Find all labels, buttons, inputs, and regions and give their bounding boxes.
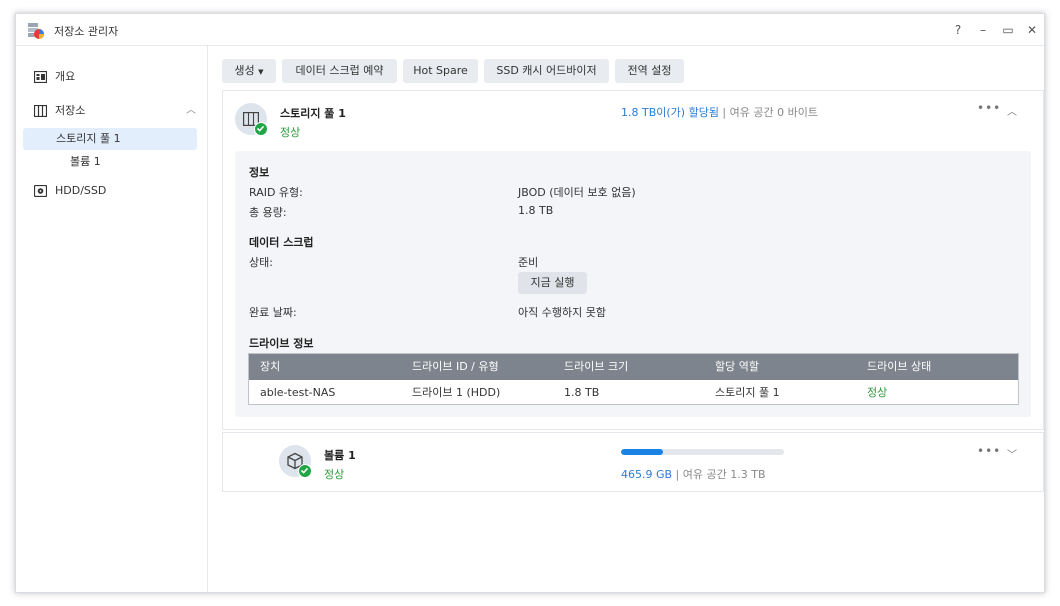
more-options-icon[interactable]: ••• <box>977 444 1001 458</box>
create-button[interactable]: 생성 ▼ <box>222 59 276 83</box>
pool-status: 정상 <box>280 126 301 139</box>
volume-used: 465.9 GB <box>621 468 673 481</box>
sidebar-item-overview[interactable]: 개요 <box>24 65 198 89</box>
volume-free-space: 여유 공간 1.3 TB <box>682 468 766 481</box>
scrub-status-value: 준비 <box>518 256 539 269</box>
sidebar: 개요 저장소 ︿ 스토리지 풀 1 볼륨 1 HDD/SSD <box>16 46 208 592</box>
volume-card: 볼륨 1 정상 465.9 GB | 여유 공간 1.3 TB ••• ﹀ <box>222 432 1044 492</box>
drive-info-table: 장치 드라이브 ID / 유형 드라이브 크기 할당 역할 드라이브 상태 ab… <box>248 353 1019 405</box>
hot-spare-button[interactable]: Hot Spare <box>403 59 478 83</box>
pool-allocation-summary: 1.8 TB이(가) 할당됨 | 여유 공간 0 바이트 <box>621 104 818 120</box>
completion-date-label: 완료 날짜: <box>249 306 297 319</box>
storage-pool-card: 스토리지 풀 1 정상 1.8 TB이(가) 할당됨 | 여유 공간 0 바이트… <box>222 90 1044 430</box>
sidebar-item-hdd-ssd[interactable]: HDD/SSD <box>24 179 198 203</box>
column-header-allocation-role[interactable]: 할당 역할 <box>715 354 759 380</box>
column-header-drive-status[interactable]: 드라이브 상태 <box>867 354 931 380</box>
help-button[interactable]: ? <box>949 21 967 39</box>
volume-usage-summary: 465.9 GB | 여유 공간 1.3 TB <box>621 466 766 482</box>
drive-info-heading: 드라이브 정보 <box>249 337 314 350</box>
sidebar-subitem-label: 스토리지 풀 1 <box>56 132 121 145</box>
storage-manager-app-icon <box>28 23 44 39</box>
caret-down-icon: ▼ <box>258 68 264 76</box>
column-header-drive-size[interactable]: 드라이브 크기 <box>564 354 628 380</box>
table-header: 장치 드라이브 ID / 유형 드라이브 크기 할당 역할 드라이브 상태 <box>249 354 1018 380</box>
cell-drive-status: 정상 <box>867 386 888 399</box>
hdd-icon <box>34 185 47 197</box>
sidebar-item-storage-pool-1[interactable]: 스토리지 풀 1 <box>23 128 197 150</box>
close-button[interactable]: ✕ <box>1023 21 1041 39</box>
storage-manager-window: 저장소 관리자 ? – ▭ ✕ 개요 저장소 ︿ 스토리지 풀 1 볼륨 1 H… <box>15 13 1045 593</box>
run-now-button[interactable]: 지금 실행 <box>518 272 587 294</box>
global-settings-button[interactable]: 전역 설정 <box>615 59 684 83</box>
window-title: 저장소 관리자 <box>54 25 119 38</box>
storage-icon <box>34 105 47 117</box>
chevron-up-icon[interactable]: ︿ <box>184 99 198 123</box>
sidebar-item-label: 개요 <box>55 70 76 83</box>
scrub-status-label: 상태: <box>249 256 273 269</box>
total-capacity-label: 총 용량: <box>249 206 287 219</box>
volume-title[interactable]: 볼륨 1 <box>324 447 356 463</box>
maximize-button[interactable]: ▭ <box>999 21 1017 39</box>
pool-detail-panel: 정보 RAID 유형: JBOD (데이터 보호 없음) 총 용량: 1.8 T… <box>235 151 1031 417</box>
volume-icon <box>279 445 312 478</box>
sidebar-item-label: HDD/SSD <box>55 184 107 197</box>
volume-usage-bar <box>621 449 784 455</box>
total-capacity-value: 1.8 TB <box>518 204 554 217</box>
cell-drive-size: 1.8 TB <box>564 386 600 399</box>
volume-usage-fill <box>621 449 664 455</box>
chevron-down-icon[interactable]: ﹀ <box>1007 446 1017 461</box>
sidebar-item-storage[interactable]: 저장소 ︿ <box>24 99 198 123</box>
pool-allocated: 1.8 TB이(가) 할당됨 <box>621 106 719 119</box>
info-heading: 정보 <box>249 166 270 179</box>
completion-date-value: 아직 수행하지 못함 <box>518 306 606 319</box>
cell-allocation-role: 스토리지 풀 1 <box>715 386 780 399</box>
title-bar: 저장소 관리자 ? – ▭ ✕ <box>16 14 1044 46</box>
sidebar-subitem-label: 볼륨 1 <box>70 155 101 168</box>
cell-device: able-test-NAS <box>260 386 336 399</box>
column-header-device[interactable]: 장치 <box>260 354 280 380</box>
sidebar-item-label: 저장소 <box>55 104 86 117</box>
sidebar-item-volume-1[interactable]: 볼륨 1 <box>23 151 197 173</box>
pool-title[interactable]: 스토리지 풀 1 <box>280 105 346 121</box>
separator: | <box>672 468 683 481</box>
minimize-button[interactable]: – <box>974 21 992 39</box>
data-scrub-heading: 데이터 스크럽 <box>249 236 314 249</box>
scrub-schedule-button[interactable]: 데이터 스크럽 예약 <box>282 59 397 83</box>
separator: | <box>718 106 730 119</box>
overview-icon <box>34 71 47 83</box>
status-ok-icon <box>254 122 268 136</box>
ssd-cache-advisor-button[interactable]: SSD 캐시 어드바이저 <box>484 59 609 83</box>
chevron-up-icon[interactable]: ︿ <box>1007 103 1017 118</box>
create-button-label: 생성 <box>234 64 255 77</box>
raid-type-label: RAID 유형: <box>249 186 303 199</box>
raid-type-value: JBOD (데이터 보호 없음) <box>518 186 636 199</box>
pool-free-space: 여유 공간 0 바이트 <box>729 106 818 119</box>
volume-status: 정상 <box>324 468 345 481</box>
storage-pool-icon <box>235 103 268 136</box>
column-header-drive-id[interactable]: 드라이브 ID / 유형 <box>412 354 499 380</box>
more-options-icon[interactable]: ••• <box>977 101 1001 115</box>
status-ok-icon <box>298 464 312 478</box>
cell-drive-id: 드라이브 1 (HDD) <box>412 386 501 399</box>
